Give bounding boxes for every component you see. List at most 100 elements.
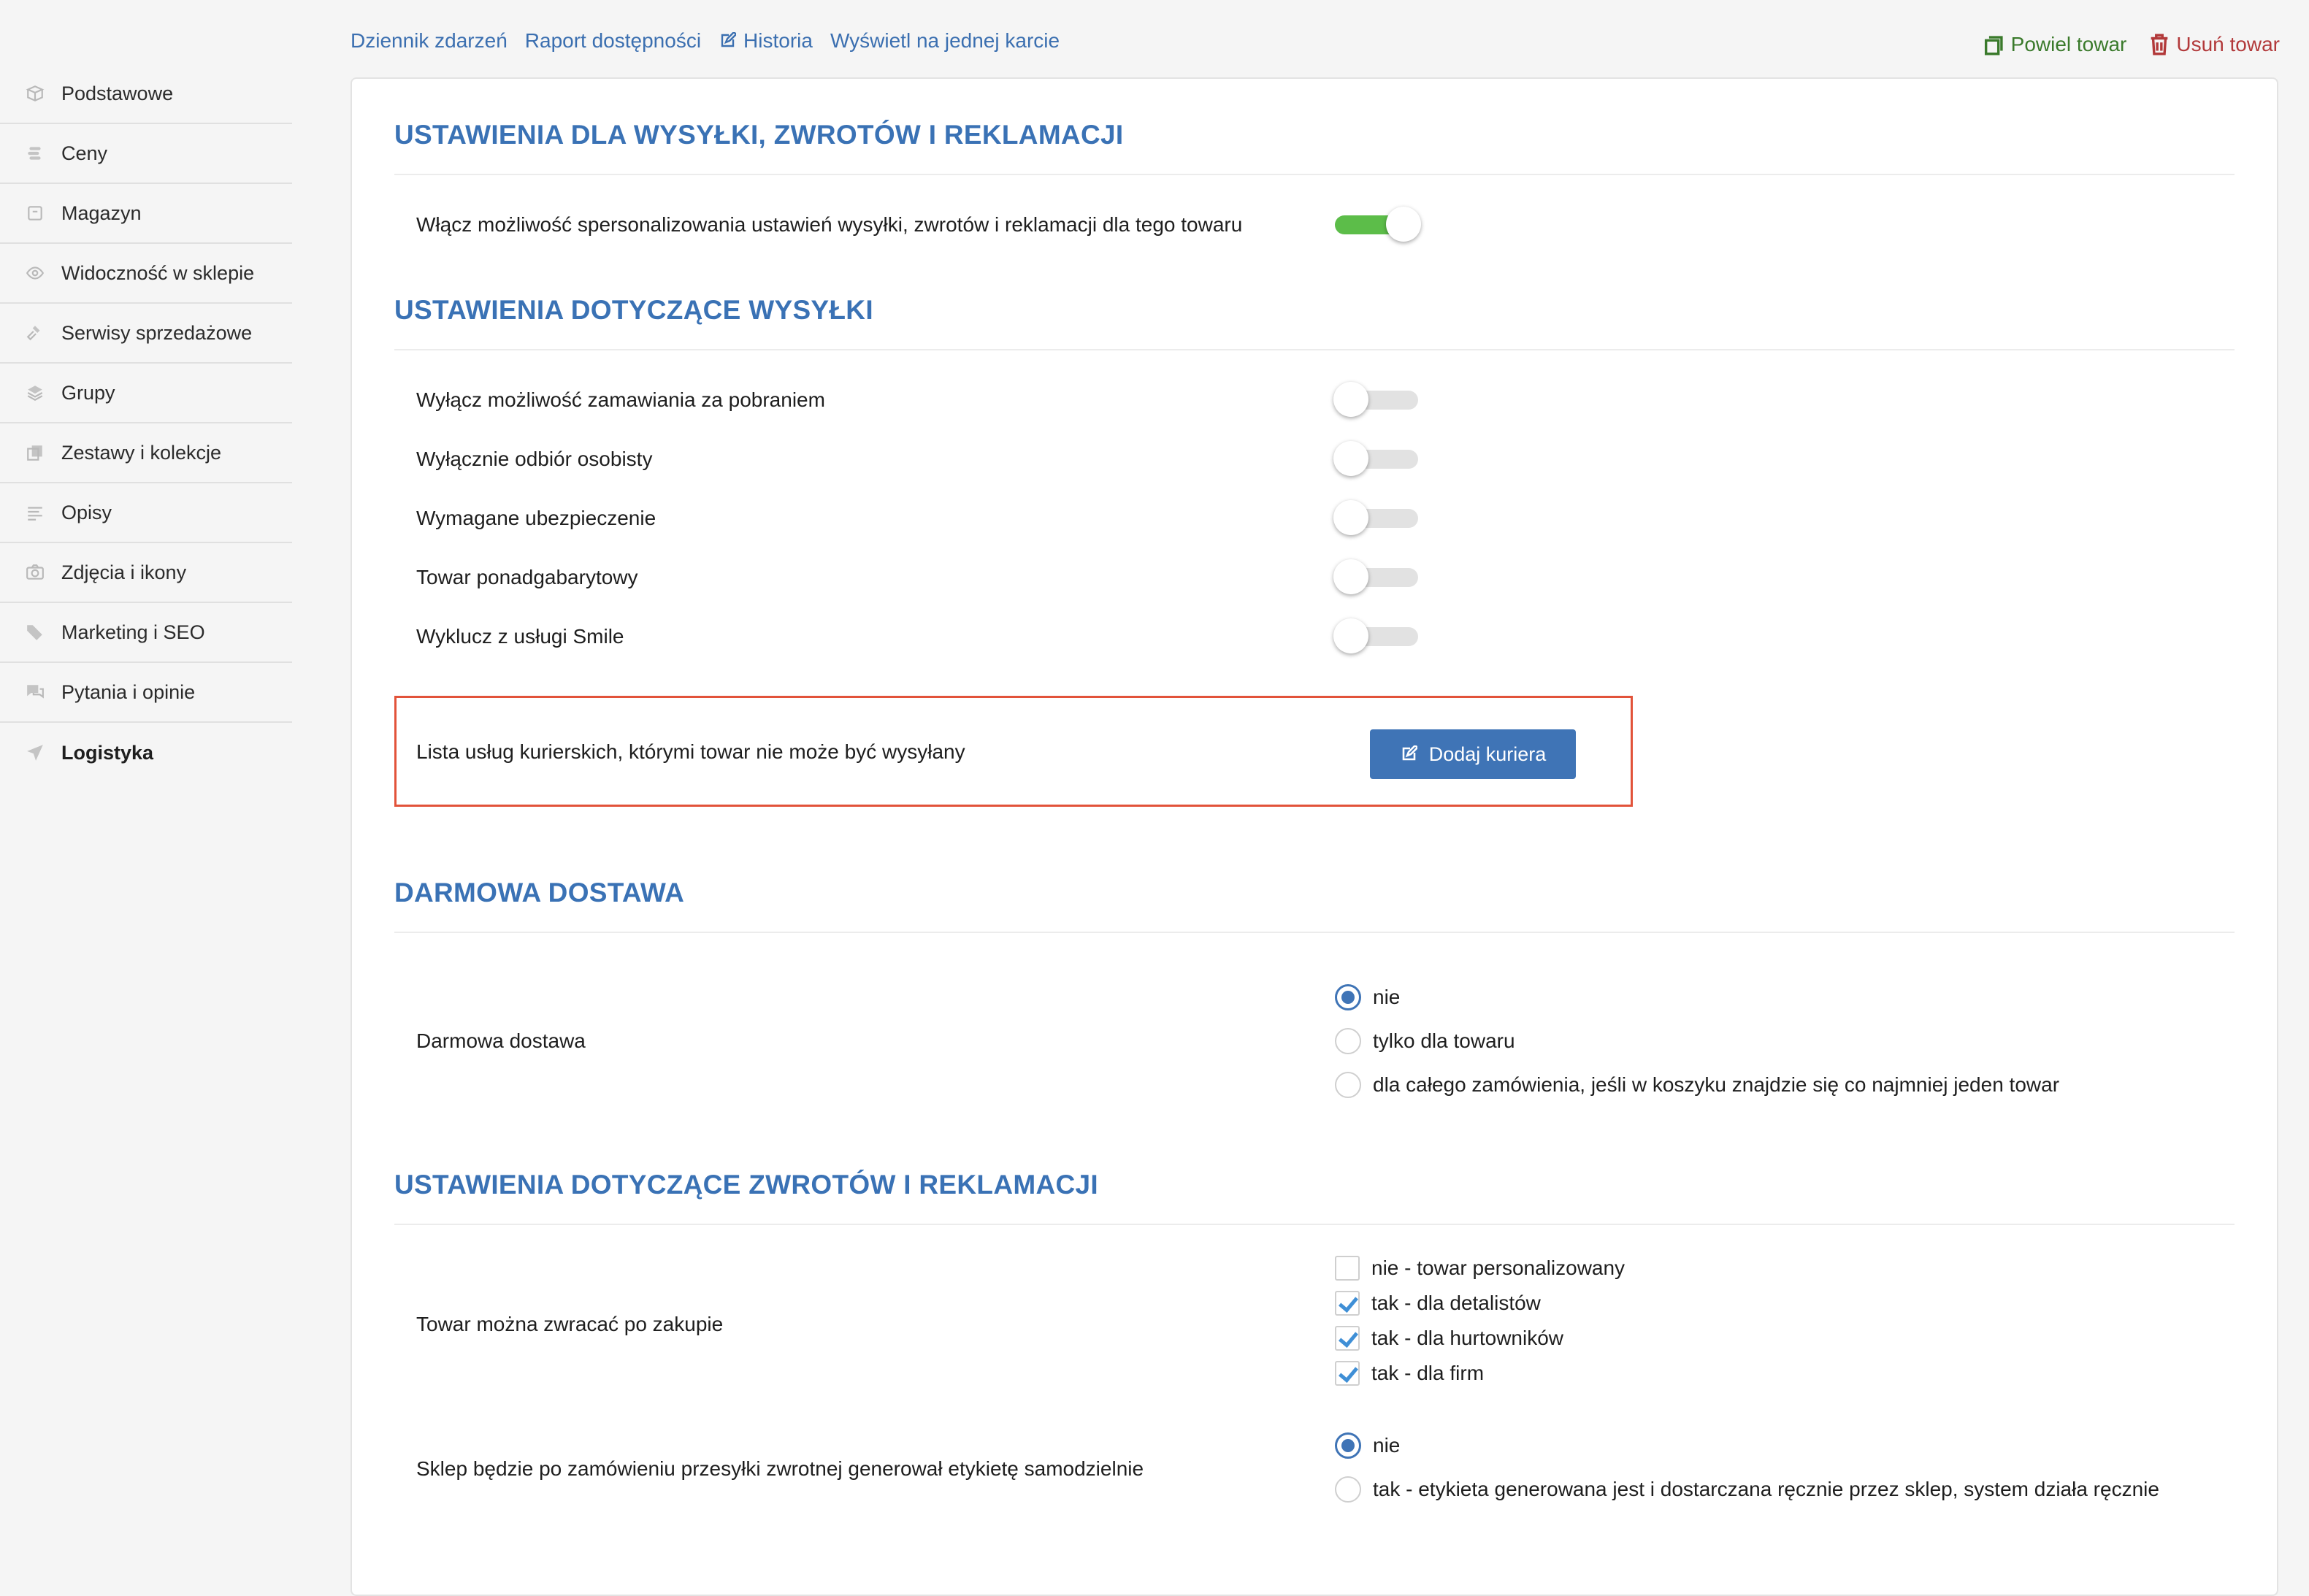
section-title-shipping-returns: USTAWIENIA DLA WYSYŁKI, ZWROTÓW I REKLAM… — [394, 120, 1124, 150]
checkbox[interactable] — [1335, 1291, 1360, 1316]
option-label: tak - etykieta generowana jest i dostarc… — [1373, 1478, 2159, 1500]
option-label: nie - towar personalizowany — [1371, 1257, 1626, 1279]
personalize-toggle[interactable] — [1335, 207, 1421, 242]
sidebar-item-label: Grupy — [61, 381, 115, 404]
sidebar-item-widocznosc[interactable]: Widoczność w sklepie — [0, 244, 292, 304]
sidebar-item-serwisy[interactable]: Serwisy sprzedażowe — [0, 304, 292, 364]
checkbox[interactable] — [1335, 1326, 1360, 1351]
pickup-only-toggle[interactable] — [1333, 441, 1418, 476]
sidebar-item-marketing[interactable]: Marketing i SEO — [0, 603, 292, 663]
label-generation-option-no[interactable]: nie — [1335, 1432, 1400, 1459]
sidebar-item-label: Widoczność w sklepie — [61, 261, 255, 284]
section-title-returns: USTAWIENIA DOTYCZĄCE ZWROTÓW I REKLAMACJ… — [394, 1170, 1098, 1200]
sidebar-item-pytania[interactable]: Pytania i opinie — [0, 663, 292, 723]
free-delivery-label: Darmowa dostawa — [416, 1029, 586, 1052]
radio-button[interactable] — [1335, 1072, 1361, 1098]
radio-button[interactable] — [1335, 1476, 1361, 1503]
single-card-link[interactable]: Wyświetl na jednej karcie — [830, 29, 1060, 53]
option-label: tylko dla towaru — [1373, 1029, 1515, 1052]
trash-icon — [2151, 34, 2168, 55]
pickup-only-label: Wyłącznie odbiór osobisty — [416, 448, 653, 470]
option-label: tak - dla detalistów — [1371, 1292, 1541, 1314]
duplicate-label: Powiel towar — [2010, 33, 2127, 55]
radio-button[interactable] — [1335, 1432, 1361, 1459]
returns-option-retail[interactable]: tak - dla detalistów — [1335, 1291, 1541, 1316]
sidebar-item-label: Magazyn — [61, 202, 142, 224]
toggle-knob — [1386, 207, 1421, 242]
sidebar-item-label: Pytania i opinie — [61, 680, 196, 703]
copy-icon — [1984, 36, 2003, 55]
returns-option-wholesale[interactable]: tak - dla hurtowników — [1335, 1326, 1563, 1351]
sidebar-item-magazyn[interactable]: Magazyn — [0, 184, 292, 244]
sidebar-item-label: Ceny — [61, 142, 108, 164]
delete-label: Usuń towar — [2176, 33, 2280, 55]
sidebar-item-label: Zdjęcia i ikony — [61, 561, 187, 583]
insurance-toggle[interactable] — [1333, 500, 1418, 535]
availability-report-link[interactable]: Raport dostępności — [525, 29, 701, 53]
cod-disable-label: Wyłącz możliwość zamawiania za pobraniem — [416, 388, 825, 411]
sidebar-item-logistyka[interactable]: Logistyka — [0, 723, 292, 783]
camera-icon — [25, 562, 45, 583]
edit-icon — [1402, 745, 1417, 761]
sidebar-item-label: Opisy — [61, 501, 112, 523]
sidebar-item-label: Marketing i SEO — [61, 621, 205, 643]
layers-icon — [25, 383, 45, 403]
sidebar-item-label: Zestawy i kolekcje — [61, 441, 222, 464]
sidebar-item-ceny[interactable]: Ceny — [0, 124, 292, 184]
cod-disable-toggle[interactable] — [1333, 382, 1418, 417]
duplicate-product-link[interactable]: Powiel towar — [1982, 32, 2127, 57]
logistics-panel: USTAWIENIA DLA WYSYŁKI, ZWROTÓW I REKLAM… — [351, 77, 2278, 1596]
sidebar-item-label: Podstawowe — [61, 82, 174, 104]
product-actions: Powiel towar Usuń towar — [1982, 32, 2280, 57]
oversized-toggle[interactable] — [1333, 559, 1418, 594]
sidebar-item-zestawy[interactable]: Zestawy i kolekcje — [0, 423, 292, 483]
smile-exclude-toggle[interactable] — [1333, 618, 1418, 653]
free-delivery-option-product[interactable]: tylko dla towaru — [1335, 1028, 1515, 1054]
insurance-label: Wymagane ubezpieczenie — [416, 507, 656, 529]
add-courier-button[interactable]: Dodaj kuriera — [1370, 729, 1576, 779]
sidebar-item-zdjecia[interactable]: Zdjęcia i ikony — [0, 543, 292, 603]
oversized-label: Towar ponadgabarytowy — [416, 566, 638, 588]
divider — [394, 349, 2235, 350]
section-title-shipping: USTAWIENIA DOTYCZĄCE WYSYŁKI — [394, 295, 873, 325]
divider — [394, 1224, 2235, 1225]
add-courier-label: Dodaj kuriera — [1428, 743, 1547, 765]
returns-option-personalized[interactable]: nie - towar personalizowany — [1335, 1256, 1625, 1281]
sidebar-item-label: Serwisy sprzedażowe — [61, 321, 253, 344]
label-generation-option-manual[interactable]: tak - etykieta generowana jest i dostarc… — [1335, 1476, 2159, 1503]
personalize-label: Włącz możliwość spersonalizowania ustawi… — [416, 213, 1243, 236]
comments-icon — [25, 682, 45, 702]
divider — [394, 932, 2235, 933]
sidebar-item-grupy[interactable]: Grupy — [0, 364, 292, 423]
sidebar-item-podstawowe[interactable]: Podstawowe — [0, 64, 292, 124]
sidebar: Podstawowe Ceny Magazyn Widoczność w skl… — [0, 64, 292, 783]
sidebar-item-opisy[interactable]: Opisy — [0, 483, 292, 543]
archive-icon — [25, 203, 45, 223]
option-label: nie — [1373, 1434, 1401, 1457]
delete-product-link[interactable]: Usuń towar — [2147, 32, 2280, 57]
sidebar-item-label: Logistyka — [61, 741, 154, 764]
edit-icon — [721, 32, 737, 47]
option-label: tak - dla firm — [1371, 1362, 1485, 1384]
section-title-free-delivery: DARMOWA DOSTAWA — [394, 878, 685, 908]
radio-button[interactable] — [1335, 984, 1361, 1010]
toggle-knob — [1333, 559, 1368, 594]
event-log-link[interactable]: Dziennik zdarzeń — [351, 29, 508, 53]
eye-icon — [25, 263, 45, 283]
send-icon — [25, 743, 45, 763]
checkbox[interactable] — [1335, 1361, 1360, 1386]
courier-list-label: Lista usług kurierskich, którymi towar n… — [416, 740, 965, 763]
top-links: Dziennik zdarzeń Raport dostępności Hist… — [351, 29, 1060, 53]
tags-icon — [25, 622, 45, 642]
toggle-knob — [1333, 618, 1368, 653]
free-delivery-option-order[interactable]: dla całego zamówienia, jeśli w koszyku z… — [1335, 1072, 2059, 1098]
checkbox[interactable] — [1335, 1256, 1360, 1281]
free-delivery-option-no[interactable]: nie — [1335, 984, 1400, 1010]
radio-button[interactable] — [1335, 1028, 1361, 1054]
divider — [394, 174, 2235, 175]
history-link[interactable]: Historia — [719, 29, 813, 53]
returns-option-companies[interactable]: tak - dla firm — [1335, 1361, 1484, 1386]
option-label: tak - dla hurtowników — [1371, 1327, 1564, 1349]
option-label: nie — [1373, 986, 1401, 1008]
history-label: Historia — [743, 29, 813, 52]
